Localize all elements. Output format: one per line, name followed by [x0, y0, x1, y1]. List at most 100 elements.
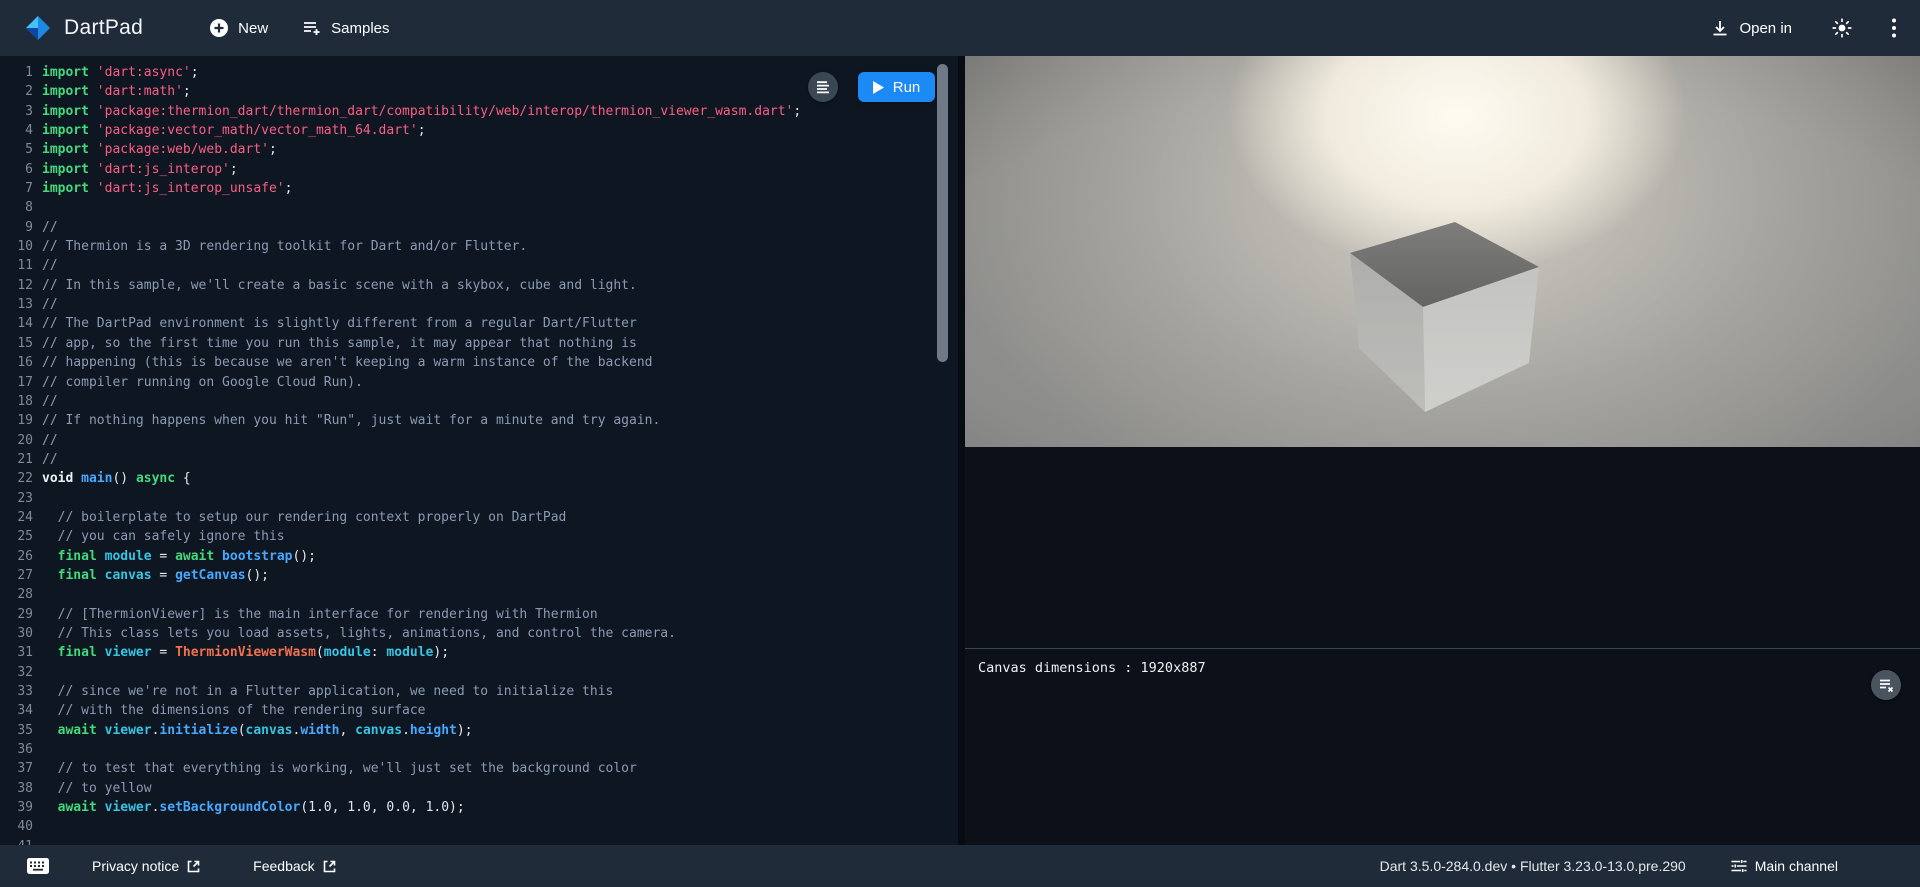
privacy-notice-link[interactable]: Privacy notice	[86, 857, 207, 875]
code-line[interactable]: 18//	[7, 392, 958, 411]
format-button[interactable]	[808, 72, 838, 102]
code-line[interactable]: 41	[7, 837, 958, 845]
line-number: 16	[7, 353, 33, 372]
code-line[interactable]: 31 final viewer = ThermionViewerWasm(mod…	[7, 643, 958, 662]
line-number: 27	[7, 566, 33, 585]
code-line[interactable]: 14// The DartPad environment is slightly…	[7, 314, 958, 333]
line-number: 41	[7, 837, 33, 845]
code-line[interactable]: 7import 'dart:js_interop_unsafe';	[7, 179, 958, 198]
external-link-icon	[186, 859, 201, 874]
version-text: Dart 3.5.0-284.0.dev • Flutter 3.23.0-13…	[1380, 858, 1686, 874]
code-line[interactable]: 27 final canvas = getCanvas();	[7, 566, 958, 585]
samples-button[interactable]: Samples	[294, 12, 397, 44]
playlist-add-icon	[302, 18, 322, 38]
line-number: 10	[7, 237, 33, 256]
console-output: Canvas dimensions : 1920x887	[978, 660, 1206, 676]
new-button[interactable]: New	[201, 12, 276, 44]
line-number: 15	[7, 334, 33, 353]
line-number: 19	[7, 411, 33, 430]
line-number: 26	[7, 547, 33, 566]
code-line[interactable]: 40	[7, 817, 958, 836]
line-number: 22	[7, 469, 33, 488]
code-line[interactable]: 13//	[7, 295, 958, 314]
code-line[interactable]: 12// In this sample, we'll create a basi…	[7, 276, 958, 295]
code-line[interactable]: 17// compiler running on Google Cloud Ru…	[7, 373, 958, 392]
line-number: 25	[7, 527, 33, 546]
tune-icon	[1730, 857, 1748, 875]
run-button-label: Run	[893, 79, 921, 96]
code-line[interactable]: 24 // boilerplate to setup our rendering…	[7, 508, 958, 527]
line-number: 6	[7, 160, 33, 179]
panel-divider[interactable]	[958, 56, 965, 845]
code-line[interactable]: 3import 'package:thermion_dart/thermion_…	[7, 102, 958, 121]
code-line[interactable]: 5import 'package:web/web.dart';	[7, 140, 958, 159]
code-line[interactable]: 22void main() async {	[7, 469, 958, 488]
code-line[interactable]: 38 // to yellow	[7, 779, 958, 798]
code-line[interactable]: 35 await viewer.initialize(canvas.width,…	[7, 721, 958, 740]
dartpad-logo-icon	[24, 14, 52, 42]
open-in-button[interactable]: Open in	[1702, 12, 1800, 44]
page-title: DartPad	[64, 16, 143, 40]
channel-selector-button[interactable]: Main channel	[1724, 856, 1844, 876]
line-number: 31	[7, 643, 33, 662]
line-number: 30	[7, 624, 33, 643]
code-line[interactable]: 33 // since we're not in a Flutter appli…	[7, 682, 958, 701]
line-number: 2	[7, 82, 33, 101]
code-line[interactable]: 16// happening (this is because we aren'…	[7, 353, 958, 372]
code-line[interactable]: 23	[7, 489, 958, 508]
code-line[interactable]: 39 await viewer.setBackgroundColor(1.0, …	[7, 798, 958, 817]
cube-3d	[965, 56, 1920, 447]
line-number: 35	[7, 721, 33, 740]
download-icon	[1710, 18, 1730, 38]
run-button[interactable]: Run	[858, 72, 935, 102]
format-align-icon	[815, 79, 831, 95]
code-line[interactable]: 9//	[7, 218, 958, 237]
app-header: DartPad New Samples Open in	[0, 0, 1920, 56]
code-line[interactable]: 29 // [ThermionViewer] is the main inter…	[7, 605, 958, 624]
line-number: 36	[7, 740, 33, 759]
code-line[interactable]: 36	[7, 740, 958, 759]
line-number: 18	[7, 392, 33, 411]
line-number: 34	[7, 701, 33, 720]
overflow-menu-button[interactable]	[1876, 10, 1912, 46]
code-line[interactable]: 15// app, so the first time you run this…	[7, 334, 958, 353]
code-line[interactable]: 19// If nothing happens when you hit "Ru…	[7, 411, 958, 430]
code-line[interactable]: 37 // to test that everything is working…	[7, 759, 958, 778]
kebab-menu-icon	[1891, 17, 1897, 39]
privacy-notice-label: Privacy notice	[92, 858, 179, 874]
plus-circle-icon	[209, 18, 229, 38]
line-number: 12	[7, 276, 33, 295]
feedback-link[interactable]: Feedback	[247, 857, 342, 875]
code-line[interactable]: 21//	[7, 450, 958, 469]
code-area[interactable]: 1import 'dart:async';2import 'dart:math'…	[0, 56, 958, 845]
line-number: 28	[7, 585, 33, 604]
code-line[interactable]: 30 // This class lets you load assets, l…	[7, 624, 958, 643]
code-line[interactable]: 34 // with the dimensions of the renderi…	[7, 701, 958, 720]
editor-scrollbar[interactable]	[937, 64, 948, 362]
line-number: 9	[7, 218, 33, 237]
render-canvas-3d-scene	[965, 56, 1920, 447]
line-number: 23	[7, 489, 33, 508]
line-number: 14	[7, 314, 33, 333]
code-line[interactable]: 28	[7, 585, 958, 604]
code-line[interactable]: 6import 'dart:js_interop';	[7, 160, 958, 179]
new-button-label: New	[238, 20, 268, 37]
keyboard-shortcuts-button[interactable]	[24, 855, 52, 877]
code-line[interactable]: 8	[7, 198, 958, 217]
code-line[interactable]: 11//	[7, 256, 958, 275]
line-number: 11	[7, 256, 33, 275]
code-line[interactable]: 26 final module = await bootstrap();	[7, 547, 958, 566]
line-number: 24	[7, 508, 33, 527]
code-line[interactable]: 32	[7, 663, 958, 682]
code-line[interactable]: 25 // you can safely ignore this	[7, 527, 958, 546]
line-number: 40	[7, 817, 33, 836]
line-number: 37	[7, 759, 33, 778]
line-number: 8	[7, 198, 33, 217]
code-line[interactable]: 20//	[7, 431, 958, 450]
code-line[interactable]: 10// Thermion is a 3D rendering toolkit …	[7, 237, 958, 256]
clear-console-icon	[1878, 677, 1894, 693]
line-number: 38	[7, 779, 33, 798]
clear-console-button[interactable]	[1871, 670, 1901, 700]
theme-toggle-button[interactable]	[1824, 10, 1860, 46]
code-line[interactable]: 4import 'package:vector_math/vector_math…	[7, 121, 958, 140]
